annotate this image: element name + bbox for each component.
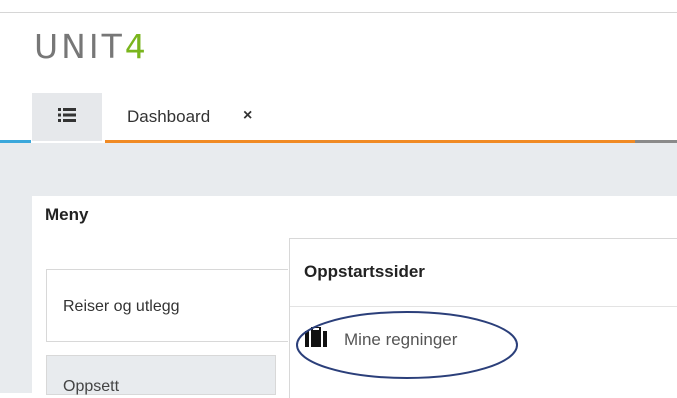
top-divider (0, 12, 677, 13)
list-icon (58, 107, 76, 127)
menu-item-label: Reiser og utlegg (63, 298, 180, 315)
tab-menu[interactable] (32, 93, 102, 141)
tab-bar: Dashboard × (0, 93, 677, 144)
close-icon[interactable]: × (243, 107, 252, 125)
tab-dashboard-label: Dashboard (127, 107, 211, 126)
flyout-divider (290, 306, 677, 307)
menu-item-label: Oppsett (63, 378, 120, 395)
menu-item-oppsett[interactable]: Oppsett (46, 355, 276, 395)
tab-dashboard[interactable]: Dashboard × (105, 93, 271, 141)
flyout-title: Oppstartssider (304, 262, 425, 281)
highlight-ellipse (296, 311, 518, 379)
unit4-logo: UNIT4 (34, 27, 149, 66)
menu-item-reiser-og-utlegg[interactable]: Reiser og utlegg (46, 269, 288, 342)
menu-title: Meny (45, 205, 89, 224)
